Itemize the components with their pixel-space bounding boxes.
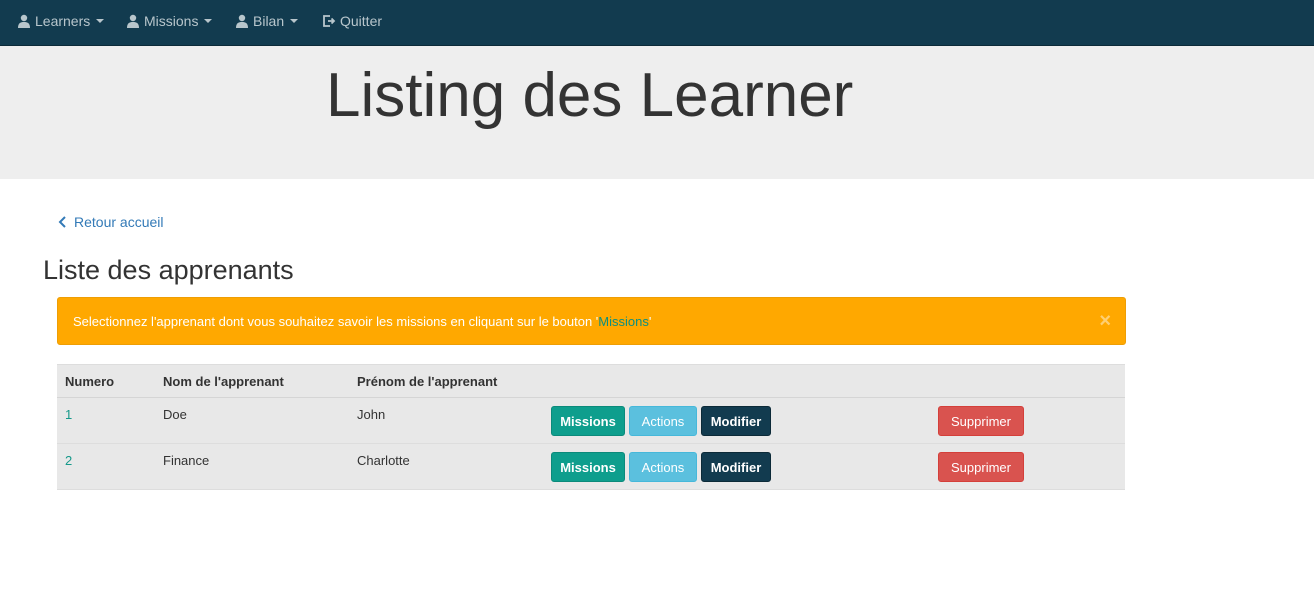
nav-quitter-label: Quitter — [340, 13, 383, 29]
row-numero-link[interactable]: 2 — [65, 453, 72, 468]
header-nom: Nom de l'apprenant — [163, 374, 284, 389]
nav-bilan-label: Bilan — [253, 13, 285, 29]
nav-missions-label: Missions — [144, 13, 199, 29]
caret-down-icon — [96, 19, 105, 23]
nav-learners-dropdown[interactable]: Learners — [17, 0, 105, 42]
modifier-button[interactable]: Modifier — [701, 406, 771, 436]
top-navbar: Learners Missions Bilan Quitter — [0, 0, 1314, 46]
back-home-link[interactable]: Retour accueil — [58, 213, 164, 231]
missions-button[interactable]: Missions — [551, 452, 625, 482]
user-icon — [236, 14, 248, 28]
alert-message: Selectionnez l'apprenant dont vous souha… — [73, 314, 651, 329]
actions-button[interactable]: Actions — [629, 406, 697, 436]
nav-bilan-dropdown[interactable]: Bilan — [235, 0, 299, 42]
table-header-row: Numero Nom de l'apprenant Prénom de l'ap… — [57, 365, 1125, 398]
nav-learners-label: Learners — [35, 13, 91, 29]
row-prenom: John — [357, 407, 386, 422]
info-alert: Selectionnez l'apprenant dont vous souha… — [57, 297, 1126, 345]
missions-button[interactable]: Missions — [551, 406, 625, 436]
row-nom: Finance — [163, 453, 210, 468]
logout-icon — [323, 15, 336, 27]
caret-down-icon — [204, 19, 213, 23]
user-icon — [127, 14, 139, 28]
caret-down-icon — [290, 19, 299, 23]
supprimer-button[interactable]: Supprimer — [938, 452, 1024, 482]
actions-button[interactable]: Actions — [629, 452, 697, 482]
alert-text-after: ' — [648, 314, 652, 329]
alert-missions-link[interactable]: Missions — [598, 314, 649, 329]
nav-quitter-link[interactable]: Quitter — [322, 0, 382, 42]
page-title: Listing des Learner — [326, 61, 854, 130]
row-numero-link[interactable]: 1 — [65, 407, 72, 422]
header-prenom: Prénom de l'apprenant — [357, 374, 498, 389]
jumbotron: Listing des Learner — [0, 46, 1314, 179]
nav-missions-dropdown[interactable]: Missions — [126, 0, 213, 42]
chevron-left-icon — [58, 216, 66, 228]
row-prenom: Charlotte — [357, 453, 410, 468]
alert-close-button[interactable]: × — [1099, 311, 1111, 331]
alert-text-before: Selectionnez l'apprenant dont vous souha… — [73, 314, 599, 329]
table-row: 1 Doe John Missions Actions Modifier Sup… — [57, 398, 1125, 444]
learners-table: Numero Nom de l'apprenant Prénom de l'ap… — [57, 364, 1125, 490]
user-icon — [18, 14, 30, 28]
header-numero: Numero — [65, 374, 115, 389]
section-title: Liste des apprenants — [43, 255, 294, 285]
supprimer-button[interactable]: Supprimer — [938, 406, 1024, 436]
modifier-button[interactable]: Modifier — [701, 452, 771, 482]
table-row: 2 Finance Charlotte Missions Actions Mod… — [57, 444, 1125, 490]
row-nom: Doe — [163, 407, 187, 422]
back-home-label: Retour accueil — [74, 214, 164, 230]
